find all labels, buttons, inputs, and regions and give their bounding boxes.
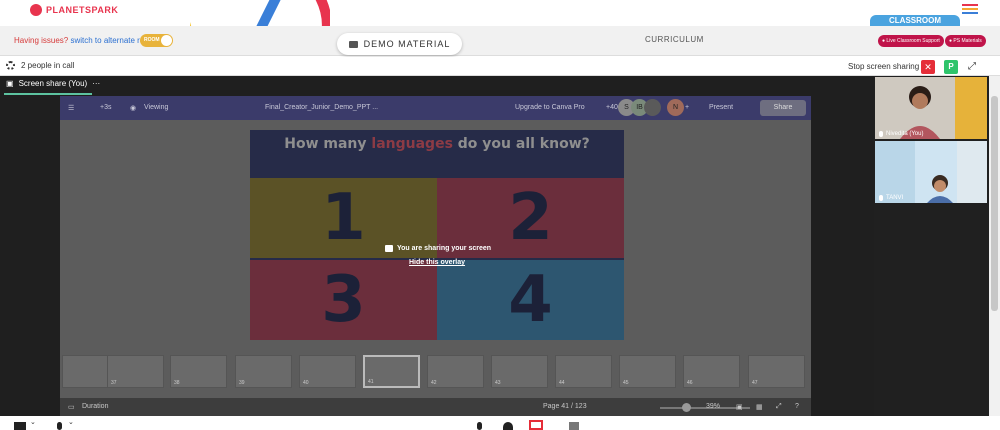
- ps-materials-label: PS Materials: [953, 38, 982, 44]
- logo-text: PLANETSPARK: [46, 5, 119, 15]
- thumbnail: 43: [491, 355, 548, 388]
- eye-icon: ◉: [130, 105, 137, 112]
- slide-title-prefix: How many: [284, 136, 367, 152]
- room-toggle[interactable]: ROOM: [140, 34, 173, 47]
- person-icon[interactable]: [477, 422, 482, 430]
- slide-title: How many languages do you all know?: [250, 136, 624, 153]
- canva-share-button: Share: [760, 100, 806, 116]
- mic-icon: [879, 195, 883, 201]
- hamburger-icon: ☰: [68, 105, 75, 112]
- person-video-icon: [875, 77, 987, 139]
- thumbnail: 45: [619, 355, 676, 388]
- canva-topbar: ☰ +3s ◉ Viewing Final_Creator_Junior_Dem…: [60, 96, 811, 120]
- camera-icon[interactable]: [14, 422, 26, 430]
- participant-name: TANVI: [879, 195, 903, 201]
- video-tile-tanvi[interactable]: TANVI: [875, 141, 987, 203]
- thumbnail: 40: [299, 355, 356, 388]
- thumbnail: 39: [235, 355, 292, 388]
- thumbnail: 46: [683, 355, 740, 388]
- issue-notice: Having issues? switch to alternate room: [14, 36, 155, 45]
- thumbnail: 38: [170, 355, 227, 388]
- people-in-call-label: 2 people in call: [21, 61, 75, 70]
- thumbnail: 42: [427, 355, 484, 388]
- slide: How many languages do you all know? 1 2 …: [250, 130, 624, 340]
- canva-bottombar: ▭ Duration Page 41 / 123 39% ▣ ▦ ⤢ ?: [60, 398, 811, 416]
- duration-label: Duration: [82, 403, 109, 410]
- page-view-icon: ▣: [736, 404, 743, 411]
- thumbnail: 37: [107, 355, 164, 388]
- scroll-thumb[interactable]: [991, 96, 998, 311]
- screen-share-tab[interactable]: ▣ Screen share (You) ···: [6, 79, 100, 88]
- demo-material-button[interactable]: DEMO MATERIAL: [337, 33, 462, 55]
- demo-material-label: DEMO MATERIAL: [363, 39, 451, 49]
- logo: PLANETSPARK: [30, 4, 118, 16]
- folder-icon: [348, 40, 358, 48]
- person-video-icon: [875, 141, 987, 203]
- slide-title-accent: languages: [371, 136, 453, 152]
- tab-menu-icon[interactable]: ···: [92, 79, 100, 88]
- top-bar: PLANETSPARK CLASSROOM: [0, 0, 1000, 50]
- curriculum-link[interactable]: CURRICULUM: [645, 35, 704, 44]
- zoom-level: 39%: [706, 403, 721, 410]
- room-toggle-label: ROOM: [144, 37, 160, 43]
- tab-underline: [4, 93, 92, 95]
- logo-icon: [30, 4, 42, 16]
- avatar-count: +40: [606, 104, 618, 111]
- grid-icon: ▦: [756, 404, 763, 411]
- upgrade-label: Upgrade to Canva Pro: [515, 104, 585, 111]
- screen-share-icon: [385, 245, 393, 252]
- close-icon: ✕: [924, 62, 932, 72]
- page-indicator: Page 41 / 123: [543, 403, 587, 410]
- people-count: 2 people in call: [6, 61, 74, 70]
- quadrant-4: 4: [437, 260, 624, 340]
- microphone-icon[interactable]: [57, 422, 62, 430]
- ps-materials-button[interactable]: ● PS Materials: [945, 35, 986, 47]
- thumbnail: 47: [748, 355, 805, 388]
- video-tile-nivedita[interactable]: Nivedita (You): [875, 77, 987, 139]
- undo-count: +3s: [100, 104, 112, 111]
- issue-text: Having issues?: [14, 36, 69, 45]
- stop-screen-sharing-label: Stop screen sharing: [848, 62, 920, 71]
- chevron-down-icon[interactable]: ⌄: [30, 418, 36, 426]
- whiteboard-icon[interactable]: [569, 422, 579, 430]
- bottom-control-bar: ⌄ ⌄: [0, 416, 1000, 430]
- participant-badge[interactable]: P: [944, 60, 958, 74]
- scrollbar[interactable]: [989, 76, 1000, 416]
- gear-icon[interactable]: [6, 61, 15, 70]
- mic-icon: [879, 131, 883, 137]
- slide-thumbnails: 37 38 39 40 41 42 43 44 45 46 47: [62, 355, 810, 388]
- toggle-knob: [161, 35, 172, 46]
- avatar: [644, 99, 661, 116]
- plus-label: +: [685, 104, 690, 111]
- zoom-knob: [682, 403, 691, 412]
- chevron-down-icon[interactable]: ⌄: [68, 418, 74, 426]
- screen-share-tab-label: Screen share (You): [18, 79, 88, 88]
- slide-title-suffix: do you all know?: [457, 136, 590, 152]
- quadrant-3: 3: [250, 260, 437, 340]
- stop-sharing-button[interactable]: ✕: [921, 60, 935, 74]
- thumbnail: 44: [555, 355, 612, 388]
- present-label: Present: [709, 104, 734, 111]
- participant-name: Nivedita (You): [879, 131, 923, 137]
- duration-icon: ▭: [68, 404, 75, 411]
- screen-icon: ▣: [6, 79, 14, 88]
- expand-icon[interactable]: ⤢: [968, 61, 976, 72]
- avatar: N: [667, 99, 684, 116]
- thumbnail-active: 41: [363, 355, 420, 388]
- overlay-message: You are sharing your screen: [397, 245, 492, 252]
- menu-icon[interactable]: [962, 4, 978, 16]
- sharing-overlay: You are sharing your screen: [385, 245, 491, 252]
- hide-overlay-link[interactable]: Hide this overlay: [409, 259, 465, 266]
- viewing-label: Viewing: [144, 104, 169, 111]
- sub-bar: Having issues? switch to alternate room …: [0, 26, 1000, 56]
- call-bar: 2 people in call Stop screen sharing ✕ P…: [0, 57, 1000, 76]
- screen-share-off-icon[interactable]: [529, 420, 543, 430]
- live-support-label: Live Classroom Support: [886, 38, 940, 44]
- file-name: Final_Creator_Junior_Demo_PPT ...: [265, 104, 379, 111]
- live-support-button[interactable]: ● Live Classroom Support: [878, 35, 944, 47]
- hand-icon[interactable]: [503, 422, 513, 430]
- help-icon: ?: [795, 403, 799, 410]
- fullscreen-icon: ⤢: [776, 403, 782, 410]
